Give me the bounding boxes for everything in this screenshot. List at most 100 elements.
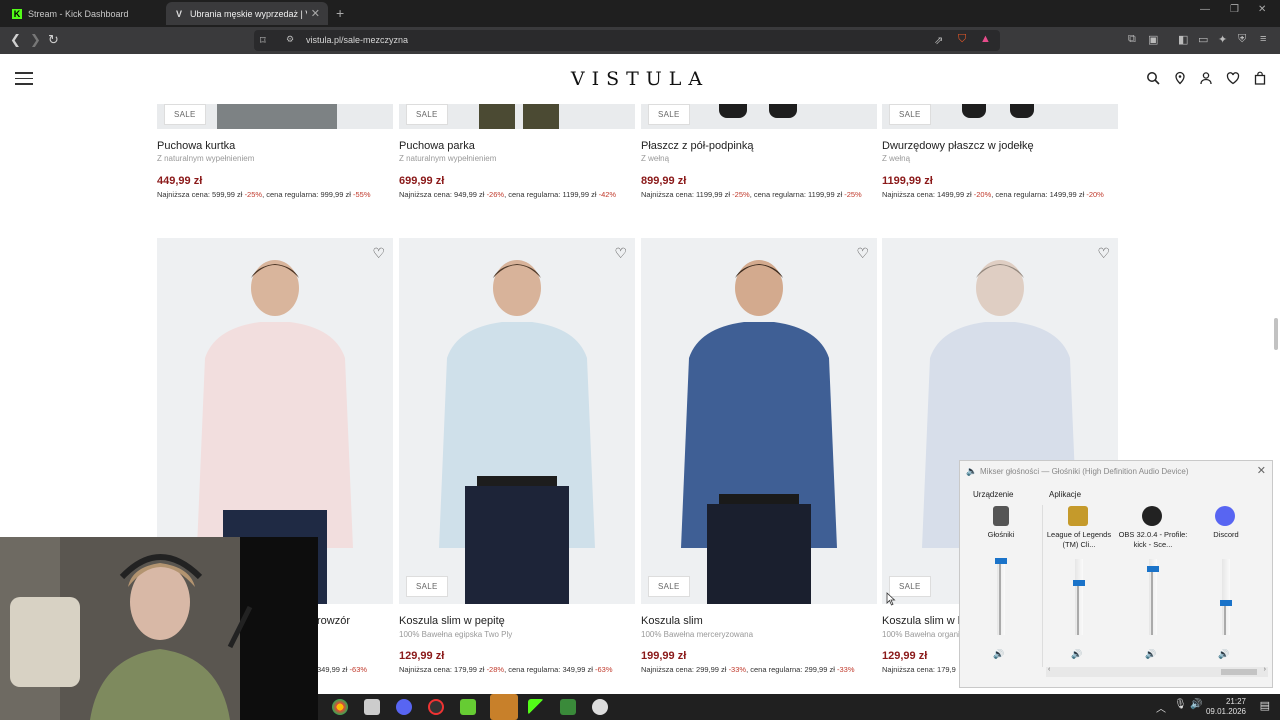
regular-price-text: , cena regularna: 1199,99 zł (504, 190, 599, 199)
volume-slider-thumb[interactable] (995, 557, 1007, 564)
extensions-icon[interactable]: ⧉ (1128, 33, 1136, 46)
app2-taskbar-icon[interactable] (560, 699, 576, 715)
scroll-right-icon[interactable]: › (1264, 666, 1266, 673)
mixer-channel-obs: OBS 32.0.4 - Profile: kick - Sce... 🔊 (1117, 501, 1189, 673)
chrome-taskbar-icon[interactable] (332, 699, 348, 715)
back-icon[interactable]: ❮ (10, 32, 21, 48)
product-card[interactable]: ♡ SALE Koszula slim 100% Bawełna mercery… (641, 238, 877, 678)
vpn-icon[interactable]: ⛨ (1238, 33, 1246, 46)
scrollbar-thumb[interactable] (1221, 669, 1257, 675)
wishlist-heart-icon[interactable]: ♡ (614, 245, 627, 262)
regular-discount: -55% (352, 190, 371, 199)
mixer-horizontal-scrollbar[interactable]: ‹ › (1046, 666, 1268, 677)
sale-badge: SALE (648, 104, 690, 125)
close-icon[interactable]: ✕ (1257, 464, 1266, 477)
tab-vistula[interactable]: V Ubrania męskie wyprzedaż | Vist ✕ (166, 2, 328, 25)
wishlist-heart-icon[interactable]: ♡ (372, 245, 385, 262)
mute-speaker-icon[interactable]: 🔊 (1071, 649, 1082, 660)
microphone-icon[interactable]: 🎙 (1174, 699, 1187, 710)
volume-fill (1151, 568, 1153, 635)
product-description: Z naturalnym wypełnieniem (399, 154, 497, 163)
record-app-taskbar-icon[interactable] (428, 699, 444, 715)
discord-taskbar-icon[interactable] (396, 699, 412, 715)
kick-taskbar-icon[interactable] (528, 699, 544, 715)
sidebar-icon[interactable]: ◧ (1178, 33, 1188, 46)
hamburger-menu-icon[interactable] (15, 72, 33, 85)
league-taskbar-icon-active[interactable] (490, 694, 518, 720)
regular-price-text: , cena regularna: 999,99 zł (262, 190, 353, 199)
tab-kick-dashboard[interactable]: K Stream - Kick Dashboard (4, 2, 164, 25)
close-window-icon[interactable]: ✕ (1258, 4, 1266, 15)
product-name[interactable]: Puchowa kurtka (157, 140, 235, 152)
product-card[interactable]: SALE Płaszcz z pół-podpinką Z wełną 899,… (641, 104, 877, 214)
product-name[interactable]: Dwurzędowy płaszcz w jodełkę (882, 140, 1034, 152)
mute-speaker-icon[interactable]: 🔊 (993, 649, 1004, 660)
mute-speaker-icon[interactable]: 🔊 (1145, 649, 1156, 660)
user-icon[interactable] (1199, 71, 1213, 85)
product-image[interactable]: SALE (641, 104, 877, 129)
brave-rewards-icon[interactable]: ▲ (980, 33, 991, 45)
product-card[interactable]: ♡ SALE Koszula slim w pepitę 100% Bawełn… (399, 238, 635, 678)
product-image[interactable]: SALE (882, 104, 1118, 129)
notifications-icon[interactable]: ▤ (1260, 699, 1270, 712)
sale-badge: SALE (889, 104, 931, 125)
share-icon[interactable]: ⇗ (934, 34, 943, 47)
wishlist-heart-icon[interactable]: ♡ (1097, 245, 1110, 262)
volume-slider-thumb[interactable] (1220, 600, 1232, 607)
wishlist-heart-icon[interactable]: ♡ (856, 245, 869, 262)
obs-app-icon (1142, 506, 1162, 526)
product-name[interactable]: rowzór (317, 615, 350, 627)
menu-icon[interactable]: ≡ (1260, 33, 1266, 45)
wishlist-heart-icon[interactable] (1226, 71, 1240, 85)
product-name[interactable]: Koszula slim w k (882, 615, 963, 627)
product-image[interactable]: ♡ SALE (641, 238, 877, 604)
product-card[interactable]: SALE Dwurzędowy płaszcz w jodełkę Z wełn… (882, 104, 1118, 214)
product-name[interactable]: Płaszcz z pół-podpinką (641, 140, 754, 152)
regular-discount: -63% (349, 665, 368, 674)
forward-icon[interactable]: ❯ (30, 32, 41, 48)
address-bar[interactable]: ⌑ ⚙ vistula.pl/sale-mezczyzna ⇗ ⛉ ▲ (254, 30, 1000, 51)
lowest-discount: -26% (486, 190, 505, 199)
channel-label: OBS 32.0.4 - Profile: kick - Sce... (1118, 530, 1188, 549)
page-scrollbar[interactable] (1274, 318, 1278, 350)
regular-price-text: , cena regularna: 299,99 zł (746, 665, 837, 674)
location-pin-icon[interactable] (1173, 71, 1187, 85)
device-section-label: Urządzenie (973, 490, 1014, 499)
price-note: Najniższa cena: 299,99 zł -33%, cena reg… (641, 665, 855, 674)
product-image[interactable]: SALE (157, 104, 393, 129)
leo-ai-icon[interactable]: ✦ (1218, 33, 1227, 46)
speaker-tray-icon[interactable]: 🔊 (1190, 699, 1202, 710)
product-image[interactable]: ♡ SALE (399, 238, 635, 604)
product-card[interactable]: SALE Puchowa kurtka Z naturalnym wypełni… (157, 104, 393, 214)
system-clock[interactable]: 21:27 09.01.2026 (1206, 697, 1246, 717)
site-info-icon[interactable]: ⚙ (286, 34, 294, 45)
maximize-window-icon[interactable]: ❐ (1230, 4, 1239, 15)
product-name[interactable]: Koszula slim (641, 615, 703, 627)
new-tab-icon[interactable]: + (336, 5, 344, 21)
mute-speaker-icon[interactable]: 🔊 (1218, 649, 1229, 660)
volume-slider-thumb[interactable] (1147, 565, 1159, 572)
tab-groups-icon[interactable]: ▣ (1148, 33, 1158, 46)
product-card[interactable]: SALE Puchowa parka Z naturalnym wypełnie… (399, 104, 635, 214)
regular-price-text: , cena regularna: 1199,99 zł (749, 190, 845, 199)
vistula-logo[interactable]: VISTULA (560, 68, 720, 90)
search-icon[interactable] (1146, 71, 1160, 85)
app-taskbar-icon[interactable] (460, 699, 476, 715)
scroll-left-icon[interactable]: ‹ (1048, 666, 1050, 673)
product-description: 100% Bawełna merceryzowana (641, 630, 754, 639)
tray-chevron-icon[interactable]: ︿ (1156, 700, 1166, 715)
regular-discount: -25% (844, 190, 862, 199)
wallet-icon[interactable]: ▭ (1198, 33, 1208, 46)
product-name[interactable]: Puchowa parka (399, 140, 475, 152)
reload-icon[interactable]: ↻ (48, 32, 59, 48)
minimize-window-icon[interactable]: — (1200, 4, 1210, 15)
product-name[interactable]: Koszula slim w pepitę (399, 615, 505, 627)
app3-taskbar-icon[interactable] (592, 699, 608, 715)
product-image[interactable]: SALE (399, 104, 635, 129)
close-tab-icon[interactable]: ✕ (311, 7, 320, 20)
bookmark-icon[interactable]: ⌑ (260, 34, 266, 47)
shopping-bag-icon[interactable] (1253, 71, 1267, 85)
volume-slider-thumb[interactable] (1073, 580, 1085, 587)
file-explorer-taskbar-icon[interactable] (364, 699, 380, 715)
brave-shield-icon[interactable]: ⛉ (958, 33, 966, 46)
